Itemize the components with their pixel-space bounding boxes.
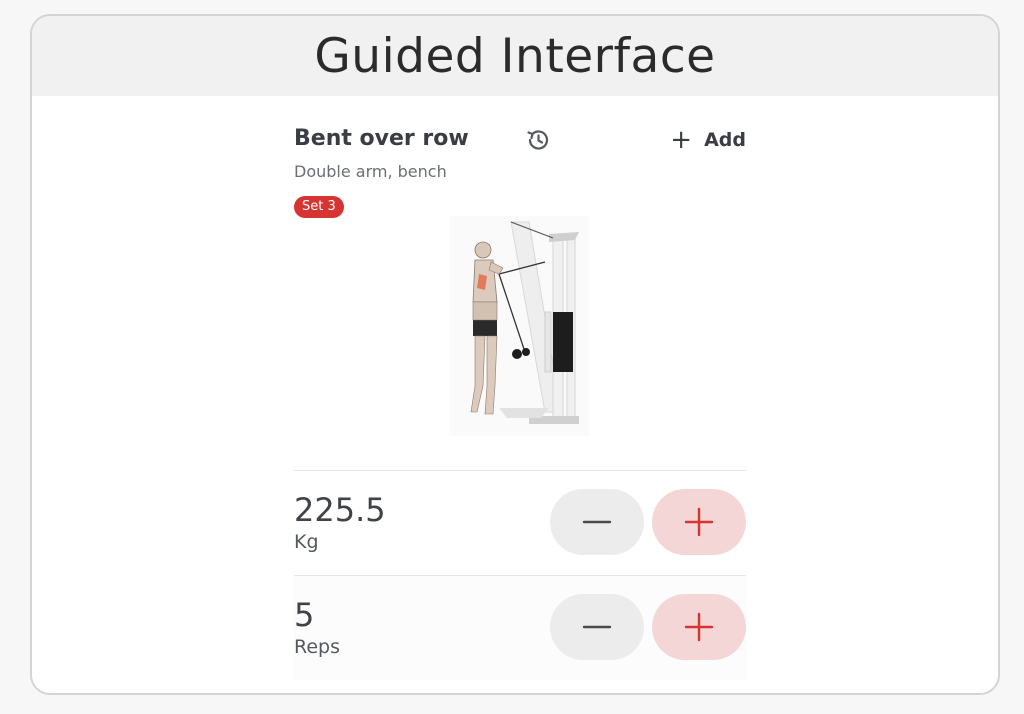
reps-row: 5 Reps (294, 575, 746, 680)
exercise-subtitle: Double arm, bench (294, 162, 447, 181)
reps-value[interactable]: 5 (294, 596, 314, 634)
minus-icon (582, 520, 612, 524)
exercise-card: Bent over row + Add Double arm, bench Se… (294, 96, 746, 693)
reps-increment-button[interactable] (652, 594, 746, 660)
exercise-name: Bent over row (294, 126, 469, 151)
window-header: Guided Interface (32, 16, 998, 96)
set-badge: Set 3 (294, 196, 344, 218)
plus-icon: + (670, 125, 693, 155)
add-button[interactable]: + Add (670, 125, 746, 155)
add-label: Add (704, 129, 746, 151)
reps-decrement-button[interactable] (550, 594, 644, 660)
plus-icon (684, 507, 714, 537)
window-title: Guided Interface (314, 28, 716, 84)
weight-decrement-button[interactable] (550, 489, 644, 555)
weight-row: 225.5 Kg (294, 470, 746, 575)
history-icon[interactable] (524, 126, 552, 154)
weight-value[interactable]: 225.5 (294, 491, 386, 529)
exercise-illustration (449, 216, 589, 436)
weight-unit: Kg (294, 531, 319, 553)
guided-interface-window: Guided Interface Bent over row + Add Dou… (30, 14, 1000, 695)
plus-icon (684, 612, 714, 642)
minus-icon (582, 625, 612, 629)
reps-unit: Reps (294, 636, 340, 658)
weight-increment-button[interactable] (652, 489, 746, 555)
